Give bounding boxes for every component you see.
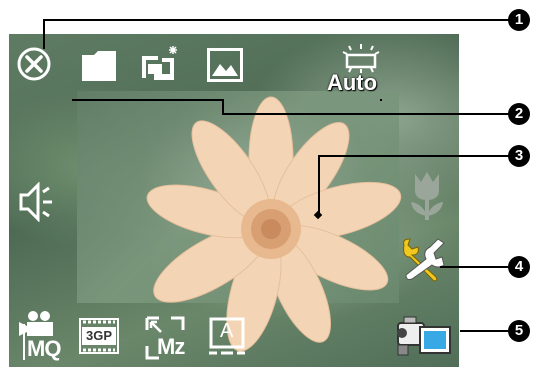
callout-line-1-drop — [43, 19, 45, 49]
close-icon[interactable] — [16, 46, 52, 86]
callout-line-2-top — [380, 99, 382, 101]
callout-line-5 — [460, 330, 512, 332]
callout-line-1 — [43, 19, 509, 21]
wrench-settings-icon[interactable] — [398, 237, 450, 287]
video-quality-label: MQ — [27, 336, 61, 361]
text-stamp-icon[interactable]: A — [207, 317, 247, 357]
macro-tulip-icon[interactable] — [407, 170, 447, 226]
callout-line-3-drop — [318, 155, 320, 215]
camcorder-icon[interactable] — [394, 313, 454, 367]
camera-viewfinder: Auto MQ 3GP Mz A — [9, 34, 459, 367]
callout-badge-1: 1 — [508, 9, 530, 31]
callout-line-4 — [440, 266, 510, 268]
callout-badge-4: 4 — [508, 256, 530, 278]
folder-icon[interactable] — [80, 49, 118, 87]
callout-badge-3: 3 — [508, 145, 530, 167]
callout-line-2-run — [222, 113, 511, 115]
white-balance-label: Auto — [326, 70, 378, 95]
flash-camera-icon[interactable] — [140, 44, 180, 88]
callout-line-2 — [72, 99, 224, 101]
speaker-icon[interactable] — [19, 181, 57, 226]
format-3gp-icon[interactable]: 3GP — [79, 318, 119, 354]
zoom-label: Mz — [157, 334, 185, 359]
format-label: 3GP — [85, 328, 112, 343]
callout-badge-2: 2 — [508, 103, 530, 125]
image-gallery-icon[interactable] — [207, 48, 243, 86]
callout-line-3 — [320, 155, 510, 157]
zoom-size-icon[interactable]: Mz — [145, 316, 185, 360]
callout-badge-5: 5 — [508, 320, 530, 342]
text-label: A — [220, 320, 234, 342]
